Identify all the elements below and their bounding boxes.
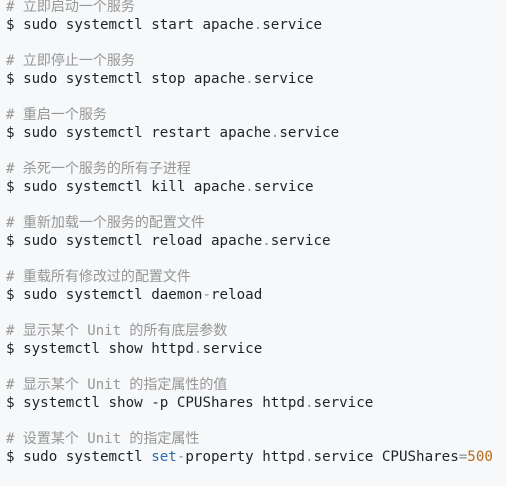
punctuation: . (245, 71, 254, 87)
comment-line: # 显示某个 Unit 的指定属性的值 (6, 377, 228, 393)
command-prefix: $ sudo systemctl (6, 449, 152, 465)
command-line[interactable]: $ sudo systemctl kill apache.service (6, 177, 314, 197)
command-entry-stop: # 立即停止一个服务 $ sudo systemctl stop apache.… (6, 53, 506, 108)
comment-line: # 设置某个 Unit 的指定属性 (6, 431, 200, 447)
number-value: 500 (467, 449, 493, 465)
punctuation: . (304, 449, 314, 465)
command-line[interactable]: $ systemctl show -p CPUShares httpd.serv… (6, 393, 373, 413)
keyword-set: set (151, 449, 177, 465)
command-text: $ sudo systemctl stop apache (6, 71, 246, 87)
command-entry-restart: # 重启一个服务 $ sudo systemctl restart apache… (6, 107, 506, 162)
command-entry-start: # 立即启动一个服务 $ sudo systemctl start apache… (6, 0, 506, 54)
command-text: $ sudo systemctl kill apache (6, 179, 246, 195)
command-entry-kill: # 杀死一个服务的所有子进程 $ sudo systemctl kill apa… (6, 161, 506, 216)
command-text: $ sudo systemctl reload apache (6, 233, 263, 249)
comment-line: # 重载所有修改过的配置文件 (6, 269, 191, 285)
comment-line: # 立即停止一个服务 (6, 53, 135, 69)
comment-line: # 显示某个 Unit 的所有底层参数 (6, 323, 228, 339)
command-text: $ sudo systemctl restart apache (6, 125, 271, 141)
code-block: # 立即启动一个服务 $ sudo systemctl start apache… (0, 0, 506, 473)
command-suffix: service (202, 341, 263, 357)
command-text: $ sudo systemctl start apache (6, 17, 254, 33)
command-entry-set-property: # 设置某个 Unit 的指定属性 $ sudo systemctl set-p… (6, 431, 506, 486)
punctuation: . (253, 17, 263, 33)
comment-line: # 重启一个服务 (6, 107, 107, 123)
punctuation: . (245, 179, 254, 195)
command-line[interactable]: $ sudo systemctl start apache.service (6, 15, 322, 35)
command-line[interactable]: $ sudo systemctl daemon-reload (6, 285, 262, 305)
punctuation: - (202, 287, 212, 303)
command-entry-show: # 显示某个 Unit 的所有底层参数 $ systemctl show htt… (6, 323, 506, 378)
command-suffix: service (262, 17, 323, 33)
command-suffix: service (279, 125, 340, 141)
equals-operator: = (458, 449, 468, 465)
command-line[interactable]: $ systemctl show httpd.service (6, 339, 262, 359)
command-entry-show-property: # 显示某个 Unit 的指定属性的值 $ systemctl show -p … (6, 377, 506, 432)
punctuation: . (262, 233, 271, 249)
command-text: $ systemctl show httpd (6, 341, 194, 357)
command-entry-reload: # 重新加载一个服务的配置文件 $ sudo systemctl reload … (6, 215, 506, 270)
comment-line: # 杀死一个服务的所有子进程 (6, 161, 191, 177)
command-line[interactable]: $ sudo systemctl restart apache.service (6, 123, 339, 143)
command-suffix: service (270, 233, 331, 249)
command-text: property httpd (185, 449, 305, 465)
command-text: $ systemctl show -p CPUShares httpd (6, 395, 305, 411)
command-line[interactable]: $ sudo systemctl set-property httpd.serv… (6, 447, 493, 467)
command-entry-daemon-reload: # 重载所有修改过的配置文件 $ sudo systemctl daemon-r… (6, 269, 506, 324)
command-line[interactable]: $ sudo systemctl reload apache.service (6, 231, 331, 251)
comment-line: # 重新加载一个服务的配置文件 (6, 215, 205, 231)
command-line[interactable]: $ sudo systemctl stop apache.service (6, 69, 314, 89)
punctuation: . (304, 395, 314, 411)
command-suffix: service (253, 179, 314, 195)
command-suffix: service (313, 395, 374, 411)
command-text: $ sudo systemctl daemon (6, 287, 203, 303)
command-text: service CPUShares (313, 449, 459, 465)
command-suffix: service (253, 71, 314, 87)
command-suffix: reload (211, 287, 263, 303)
